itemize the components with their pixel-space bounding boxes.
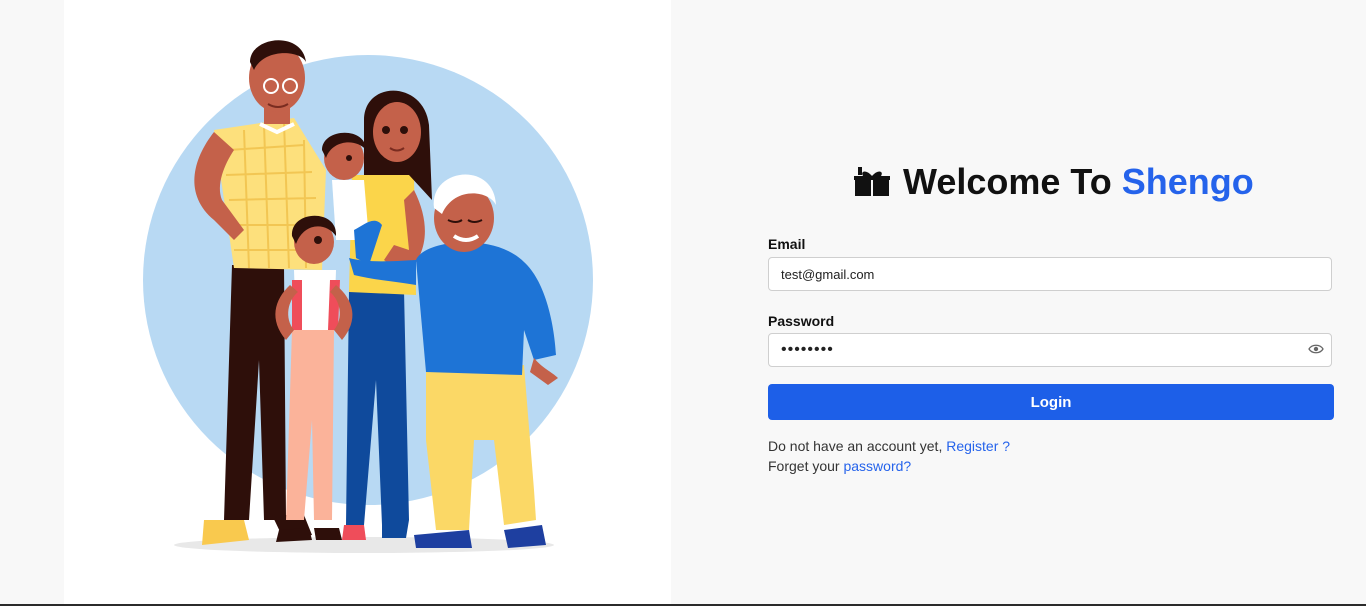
gift-icon xyxy=(854,167,890,196)
login-button[interactable]: Login xyxy=(768,384,1334,420)
page-title: Welcome To Shengo xyxy=(854,158,1274,206)
forgot-password-link[interactable]: password? xyxy=(843,458,911,474)
email-label: Email xyxy=(768,236,806,252)
forgot-prompt-text: Forget your xyxy=(768,458,840,474)
illustration-panel xyxy=(64,0,671,604)
register-prompt: Do not have an account yet, Register ? xyxy=(768,438,1010,454)
family-illustration xyxy=(143,40,593,553)
brand-name: Shengo xyxy=(1121,161,1254,202)
eye-icon[interactable] xyxy=(1306,341,1326,357)
register-prompt-text: Do not have an account yet, xyxy=(768,438,943,454)
email-field[interactable] xyxy=(768,257,1332,291)
title-prefix: Welcome To xyxy=(903,161,1112,202)
password-label: Password xyxy=(768,313,835,329)
password-field[interactable] xyxy=(768,333,1332,367)
register-link[interactable]: Register ? xyxy=(946,438,1010,454)
forgot-prompt: Forget your password? xyxy=(768,458,911,474)
